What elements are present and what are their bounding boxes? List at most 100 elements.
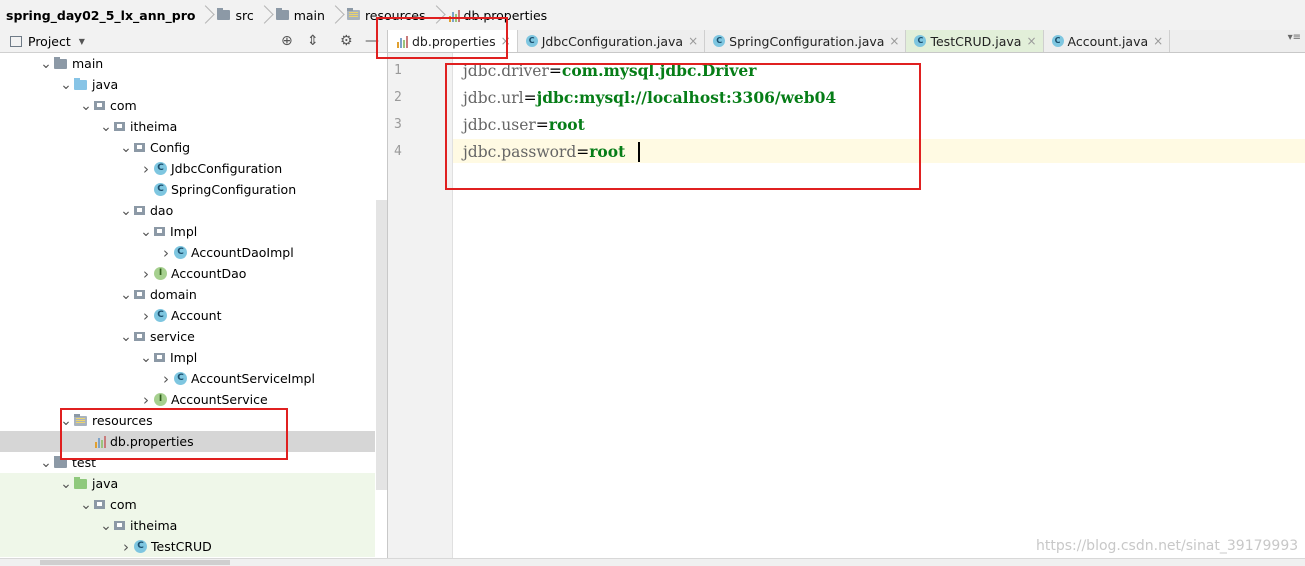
tab-label: JdbcConfiguration.java [541, 33, 684, 49]
tree-scrollbar[interactable] [376, 200, 387, 490]
close-icon[interactable]: × [688, 34, 698, 48]
locate-icon[interactable]: ⊕ [281, 33, 293, 49]
chevron-down-icon[interactable]: ⌄ [118, 141, 134, 155]
tree-item[interactable]: ⌄ Config [0, 137, 375, 158]
chevron-down-icon[interactable]: ⌄ [98, 519, 114, 533]
tree-item-label: Config [150, 140, 191, 155]
chevron-right-icon[interactable]: › [138, 265, 154, 283]
tree-item[interactable]: › C AccountServiceImpl [0, 368, 375, 389]
navigation-bar: spring_day02_5_lx_ann_pro src main resou… [0, 0, 1305, 31]
chevron-down-icon[interactable]: ⌄ [118, 288, 134, 302]
scrollbar-thumb[interactable] [40, 560, 230, 565]
tree-item[interactable]: ⌄ dao [0, 200, 375, 221]
chevron-right-icon[interactable]: › [158, 370, 174, 388]
tree-item-label: java [92, 77, 119, 92]
tree-item[interactable]: ⌄ com [0, 494, 375, 515]
class-icon: C [154, 183, 167, 196]
class-icon: C [174, 372, 187, 385]
chevron-down-icon[interactable]: ⌄ [138, 351, 154, 365]
tree-item[interactable]: ⌄ domain [0, 284, 375, 305]
source-folder-icon [74, 77, 87, 90]
chevron-right-icon[interactable]: › [138, 160, 154, 178]
project-panel-header: Project ▼ ⊕ ⇕ ⚙ — [0, 30, 387, 53]
chevron-down-icon[interactable]: ⌄ [38, 456, 54, 470]
chevron-down-icon[interactable]: ⌄ [118, 204, 134, 218]
line-number: 1 [394, 63, 402, 78]
highlight-box-tab [376, 17, 508, 59]
class-icon: C [154, 309, 167, 322]
test-class-icon: C [134, 540, 147, 553]
highlight-box-resources [60, 408, 288, 460]
folder-icon [54, 56, 67, 69]
package-icon [94, 101, 105, 110]
chevron-down-icon[interactable]: ⌄ [78, 498, 94, 512]
tree-item-label: JdbcConfiguration [171, 161, 283, 176]
package-icon [134, 332, 145, 341]
breadcrumb-main[interactable]: main [270, 0, 331, 30]
tree-item[interactable]: › C JdbcConfiguration [0, 158, 375, 179]
tree-item[interactable]: › C AccountDaoImpl [0, 242, 375, 263]
close-icon[interactable]: × [1153, 34, 1163, 48]
tree-item[interactable]: › I AccountService [0, 389, 375, 410]
tree-item[interactable]: › C TestCRUD [0, 536, 375, 557]
tree-item[interactable]: ⌄ itheima [0, 116, 375, 137]
tree-item-label: itheima [130, 119, 178, 134]
tab-jdbc-configuration[interactable]: C JdbcConfiguration.java × [518, 30, 706, 52]
tree-item-label: Impl [170, 350, 198, 365]
collapse-all-icon[interactable]: ⇕ [307, 33, 319, 49]
highlight-box-code [445, 63, 921, 190]
crumb-project-label: spring_day02_5_lx_ann_pro [6, 7, 196, 23]
class-icon: C [1051, 35, 1064, 47]
crumb-main-label: main [293, 7, 325, 23]
chevron-right-icon[interactable]: › [138, 307, 154, 325]
breadcrumb-src[interactable]: src [211, 0, 259, 30]
breadcrumb-project[interactable]: spring_day02_5_lx_ann_pro [0, 0, 201, 30]
folder-icon [275, 8, 289, 20]
chevron-down-icon[interactable]: ⌄ [78, 99, 94, 113]
class-icon: C [154, 162, 167, 175]
close-icon[interactable]: × [889, 34, 899, 48]
tree-item[interactable]: C SpringConfiguration [0, 179, 375, 200]
tab-test-crud[interactable]: C TestCRUD.java × [906, 30, 1044, 52]
chevron-down-icon[interactable]: ⌄ [118, 330, 134, 344]
test-class-icon: C [914, 35, 927, 47]
tree-item[interactable]: ⌄ itheima [0, 515, 375, 536]
tree-item[interactable]: › I AccountDao [0, 263, 375, 284]
class-icon: C [525, 35, 538, 47]
tree-item[interactable]: ⌄ main [0, 53, 375, 74]
tab-account[interactable]: C Account.java × [1044, 30, 1171, 52]
tree-item-label: AccountDaoImpl [191, 245, 294, 260]
close-icon[interactable]: × [1026, 34, 1036, 48]
chevron-down-icon[interactable]: ▼ [79, 37, 85, 46]
tab-spring-configuration[interactable]: C SpringConfiguration.java × [705, 30, 907, 52]
tree-item-label: Account [171, 308, 222, 323]
package-icon [94, 500, 105, 509]
interface-icon: I [154, 393, 167, 406]
chevron-down-icon[interactable]: ⌄ [58, 477, 74, 491]
tree-item[interactable]: ⌄ java [0, 74, 375, 95]
editor-tabs: db.properties × C JdbcConfiguration.java × … [388, 30, 1305, 53]
tree-item-label: Impl [170, 224, 198, 239]
tabs-overflow-icon[interactable]: ▾≡ [1288, 32, 1301, 43]
tree-item[interactable]: ⌄ Impl [0, 347, 375, 368]
project-icon [10, 35, 22, 47]
package-icon [134, 143, 145, 152]
chevron-down-icon[interactable]: ⌄ [58, 78, 74, 92]
folder-icon [217, 8, 231, 20]
chevron-right-icon[interactable]: › [138, 391, 154, 409]
tree-item[interactable]: ⌄ service [0, 326, 375, 347]
chevron-down-icon[interactable]: ⌄ [138, 225, 154, 239]
chevron-right-icon[interactable]: › [158, 244, 174, 262]
chevron-down-icon[interactable]: ⌄ [98, 120, 114, 134]
tree-item-label: itheima [130, 518, 178, 533]
tree-item[interactable]: ⌄ java [0, 473, 375, 494]
chevron-down-icon[interactable]: ⌄ [38, 57, 54, 71]
tree-item[interactable]: › C Account [0, 305, 375, 326]
tree-item[interactable]: ⌄ com [0, 95, 375, 116]
chevron-right-icon[interactable]: › [118, 538, 134, 556]
tree-item-label: TestCRUD [151, 539, 212, 554]
project-panel-title[interactable]: Project [28, 34, 71, 49]
tree-item[interactable]: ⌄ Impl [0, 221, 375, 242]
line-number-gutter: 1 2 3 4 [388, 53, 453, 558]
gear-icon[interactable]: ⚙ [340, 33, 353, 49]
